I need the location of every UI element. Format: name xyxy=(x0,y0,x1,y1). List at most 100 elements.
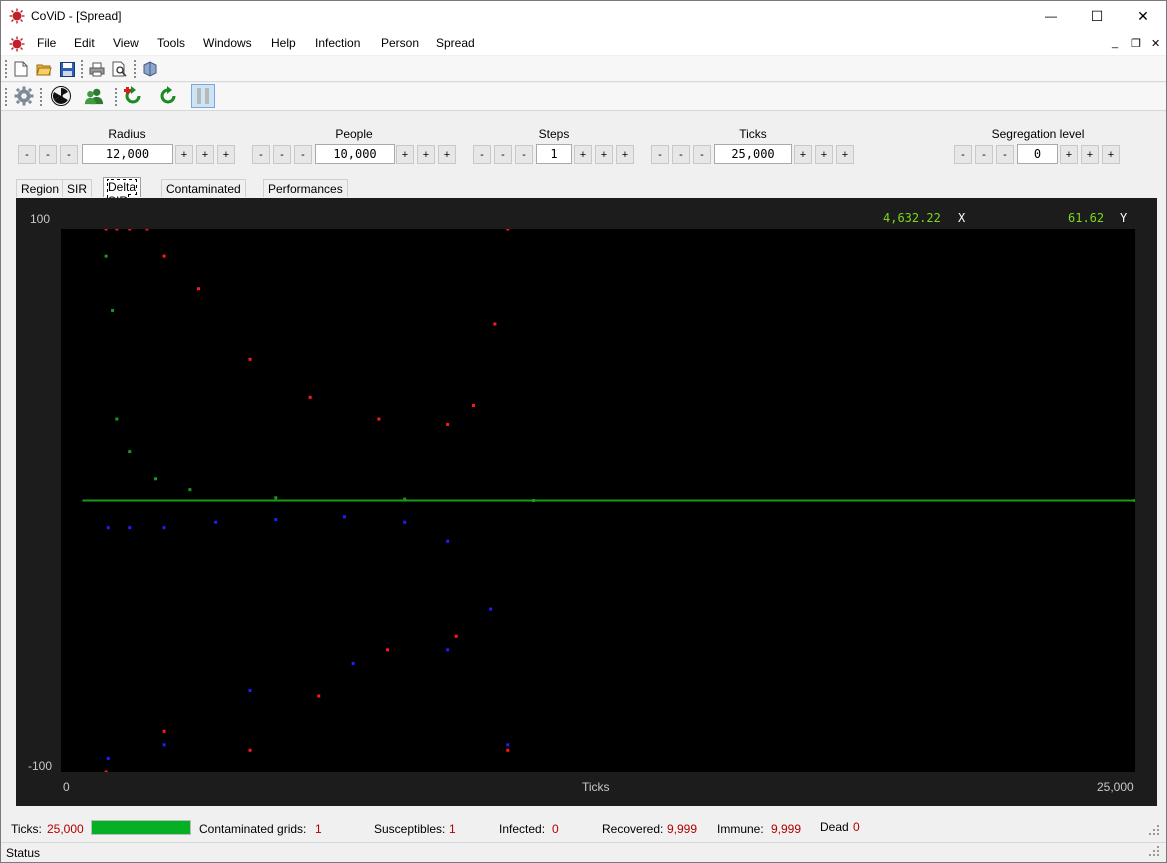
segregation-increment-large[interactable]: + xyxy=(1102,145,1120,164)
data-point xyxy=(162,254,166,258)
steps-increment-medium[interactable]: + xyxy=(595,145,613,164)
radius-decrement-large[interactable]: - xyxy=(18,145,36,164)
ticks-decrement-medium[interactable]: - xyxy=(672,145,690,164)
maximize-button[interactable]: ☐ xyxy=(1074,1,1120,31)
data-point xyxy=(106,756,110,760)
menu-tools[interactable]: Tools xyxy=(157,36,185,50)
refresh-button[interactable] xyxy=(158,86,178,106)
data-point xyxy=(106,526,110,530)
gear-icon xyxy=(14,86,34,106)
radius-decrement-medium[interactable]: - xyxy=(39,145,57,164)
print-preview-icon xyxy=(112,61,127,77)
cursor-y-label: Y xyxy=(1120,211,1128,225)
mdi-minimize-button[interactable]: _ xyxy=(1112,37,1118,49)
settings-button[interactable] xyxy=(14,86,34,106)
minimize-button[interactable]: — xyxy=(1028,1,1074,31)
y-min-label: -100 xyxy=(28,759,53,773)
ticks-decrement-large[interactable]: - xyxy=(651,145,669,164)
delta-sir-plot[interactable]: 100 -100 0 Ticks 25,000 4,632.22 X 61.62… xyxy=(16,198,1157,806)
menu-spread[interactable]: Spread xyxy=(436,36,475,50)
segregation-increment-medium[interactable]: + xyxy=(1081,145,1099,164)
radius-increment-small[interactable]: + xyxy=(175,145,193,164)
ticks-decrement-small[interactable]: - xyxy=(693,145,711,164)
progress-fill xyxy=(92,821,190,834)
people-increment-large[interactable]: + xyxy=(438,145,456,164)
data-point xyxy=(128,450,132,454)
segregation-increment-small[interactable]: + xyxy=(1060,145,1078,164)
data-point xyxy=(162,526,166,530)
new-file-button[interactable] xyxy=(11,59,31,79)
close-button[interactable]: ✕ xyxy=(1120,1,1166,31)
menu-edit[interactable]: Edit xyxy=(74,36,95,50)
toolbar-separator xyxy=(81,60,84,78)
steps-decrement-small[interactable]: - xyxy=(515,145,533,164)
tab-sir[interactable]: SIR xyxy=(62,179,93,197)
segregation-decrement-medium[interactable]: - xyxy=(975,145,993,164)
menu-person[interactable]: Person xyxy=(381,36,419,50)
segregation-decrement-large[interactable]: - xyxy=(954,145,972,164)
steps-field[interactable]: 1 xyxy=(536,144,572,164)
steps-increment-large[interactable]: + xyxy=(616,145,634,164)
ticks-increment-medium[interactable]: + xyxy=(815,145,833,164)
mdi-restore-button[interactable]: ❐ xyxy=(1131,37,1141,50)
resize-grip-icon[interactable] xyxy=(1148,845,1160,857)
radius-label: Radius xyxy=(108,127,146,141)
people-decrement-medium[interactable]: - xyxy=(273,145,291,164)
pause-button[interactable] xyxy=(191,84,215,108)
menu-file[interactable]: File xyxy=(37,36,56,50)
data-point xyxy=(115,227,119,231)
x-axis-title: Ticks xyxy=(582,780,610,794)
toolbar-grip[interactable] xyxy=(5,88,8,106)
resize-grip-icon[interactable] xyxy=(1148,824,1160,836)
radius-field[interactable]: 12,000 xyxy=(82,144,173,164)
people-increment-small[interactable]: + xyxy=(396,145,414,164)
population-button[interactable] xyxy=(84,86,104,106)
ticks-increment-large[interactable]: + xyxy=(836,145,854,164)
tab-performances[interactable]: Performances xyxy=(263,179,348,197)
plot-canvas[interactable] xyxy=(61,227,1137,774)
infection-button[interactable] xyxy=(51,86,71,106)
cursor-y-value: 61.62 xyxy=(1068,211,1105,225)
steps-decrement-large[interactable]: - xyxy=(473,145,491,164)
radius-increment-large[interactable]: + xyxy=(217,145,235,164)
toolbar-grip[interactable] xyxy=(5,60,8,78)
data-point xyxy=(308,395,312,399)
tab-contaminated-grids[interactable]: Contaminated grids xyxy=(161,179,246,210)
mdi-close-button[interactable]: ✕ xyxy=(1151,37,1160,50)
menu-help[interactable]: Help xyxy=(271,36,296,50)
ticks-field[interactable]: 25,000 xyxy=(714,144,792,164)
dead-label: Dead xyxy=(820,820,849,834)
print-preview-button[interactable] xyxy=(110,59,130,79)
people-increment-medium[interactable]: + xyxy=(417,145,435,164)
segregation-label: Segregation level xyxy=(991,127,1085,141)
segregation-decrement-small[interactable]: - xyxy=(996,145,1014,164)
minimize-icon: — xyxy=(1045,9,1057,23)
steps-decrement-medium[interactable]: - xyxy=(494,145,512,164)
data-point xyxy=(214,520,218,524)
data-point xyxy=(248,357,252,361)
ticks-increment-small[interactable]: + xyxy=(794,145,812,164)
tab-region[interactable]: Region xyxy=(16,179,65,197)
people-decrement-small[interactable]: - xyxy=(294,145,312,164)
save-button[interactable] xyxy=(57,59,77,79)
print-button[interactable] xyxy=(87,59,107,79)
dead-value: 0 xyxy=(853,820,860,834)
restart-button[interactable] xyxy=(123,86,143,106)
segregation-field[interactable]: 0 xyxy=(1017,144,1058,164)
virus-icon[interactable] xyxy=(9,36,25,52)
data-point xyxy=(196,287,200,291)
menu-windows[interactable]: Windows xyxy=(203,36,252,50)
people-decrement-large[interactable]: - xyxy=(252,145,270,164)
radius-increment-medium[interactable]: + xyxy=(196,145,214,164)
help-button[interactable] xyxy=(140,59,160,79)
recovered-label: Recovered: xyxy=(602,822,664,836)
radius-decrement-small[interactable]: - xyxy=(60,145,78,164)
immune-label: Immune: xyxy=(717,822,764,836)
menu-infection[interactable]: Infection xyxy=(315,36,360,50)
steps-increment-small[interactable]: + xyxy=(574,145,592,164)
people-field[interactable]: 10,000 xyxy=(315,144,395,164)
open-folder-button[interactable] xyxy=(34,59,54,79)
new-file-icon xyxy=(14,61,28,77)
tab-delta-sir[interactable]: Delta SIR xyxy=(103,177,142,209)
menu-view[interactable]: View xyxy=(113,36,139,50)
